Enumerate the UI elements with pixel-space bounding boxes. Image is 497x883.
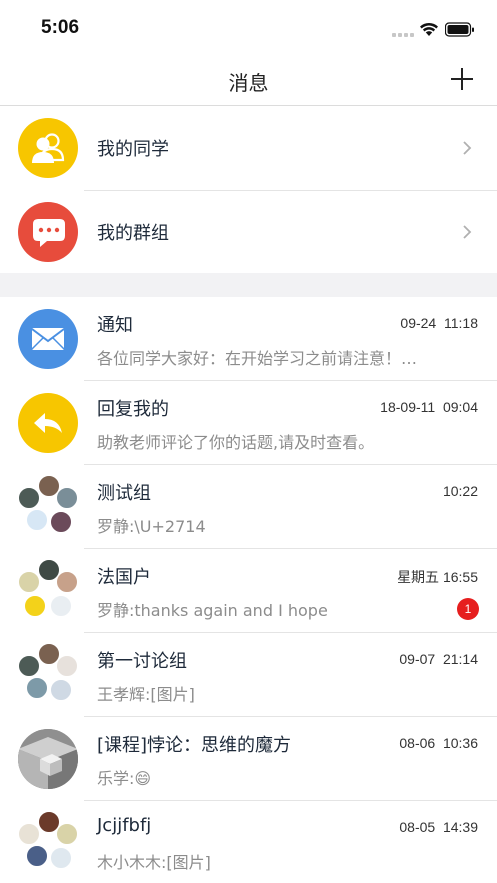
message-preview: 王孝辉:[图片]	[97, 685, 195, 704]
status-time: 5:06	[41, 17, 80, 38]
chat-bubbles-icon	[18, 202, 78, 262]
member-avatar	[56, 655, 78, 677]
message-preview: 罗静:thanks again and I hope	[97, 601, 328, 620]
member-avatar	[50, 679, 72, 701]
shortcut-section: 我的同学 我的群组	[0, 107, 497, 275]
message-row[interactable]: Jcjjfbfj 08-05 14:39 木小木木:[图片]	[0, 801, 497, 883]
message-title: 法国户	[97, 567, 151, 588]
chevron-right-icon	[463, 225, 472, 239]
page-title: 消息	[228, 71, 269, 95]
message-time: 09-07 21:14	[399, 651, 478, 667]
message-preview: 木小木木:[图片]	[97, 853, 211, 872]
message-preview: 罗静:\U+2714	[97, 517, 206, 536]
message-row[interactable]: 测试组 10:22 罗静:\U+2714	[0, 465, 497, 549]
message-preview: 助教老师评论了你的话题,请及时查看。	[97, 433, 375, 452]
member-avatar	[18, 571, 40, 593]
message-time: 星期五 16:55	[397, 569, 478, 585]
message-title: 回复我的	[97, 399, 169, 420]
message-title: Jcjjfbfj	[97, 815, 152, 836]
section-gap	[0, 273, 497, 297]
status-bar: 5:06	[0, 0, 497, 58]
envelope-icon	[18, 309, 78, 369]
message-title: 测试组	[97, 483, 151, 504]
member-avatar	[24, 595, 46, 617]
group-avatar	[18, 811, 80, 873]
chevron-right-icon	[463, 141, 472, 155]
reply-arrow-icon	[18, 393, 78, 453]
member-avatar	[56, 487, 78, 509]
message-title: [课程]悖论：思维的魔方	[97, 735, 292, 756]
add-icon[interactable]	[446, 64, 478, 96]
group-avatar	[18, 559, 80, 621]
member-avatar	[18, 823, 40, 845]
member-avatar	[26, 509, 48, 531]
unread-badge: 1	[457, 598, 479, 620]
member-avatar	[50, 847, 72, 869]
member-avatar	[50, 595, 72, 617]
message-time: 18-09-11 09:04	[380, 399, 478, 415]
course-cube-avatar	[18, 729, 78, 789]
member-avatar	[56, 571, 78, 593]
nav-bar: 消息	[0, 58, 497, 106]
message-preview: 乐学:😄	[97, 769, 152, 788]
member-avatar	[50, 511, 72, 533]
message-preview: 各位同学大家好：在开始学习之前请注意！…	[97, 349, 418, 368]
member-avatar	[26, 845, 48, 867]
message-time: 10:22	[442, 483, 478, 499]
group-avatar	[18, 643, 80, 705]
message-time: 08-05 14:39	[399, 819, 478, 835]
message-row[interactable]: 法国户 星期五 16:55 罗静:thanks again and I hope…	[0, 549, 497, 633]
message-title: 通知	[97, 315, 133, 336]
member-avatar	[18, 487, 40, 509]
group-avatar	[18, 475, 80, 537]
message-time: 08-06 10:36	[399, 735, 478, 751]
battery-icon	[445, 22, 474, 37]
classmates-icon	[18, 118, 78, 178]
member-avatar	[26, 677, 48, 699]
classmates-row[interactable]: 我的同学	[0, 107, 497, 191]
message-list: 通知 09-24 11:18 各位同学大家好：在开始学习之前请注意！… 回复我的…	[0, 297, 497, 883]
classmates-label: 我的同学	[97, 139, 169, 160]
cellular-signal-icon	[392, 31, 414, 37]
message-row[interactable]: 通知 09-24 11:18 各位同学大家好：在开始学习之前请注意！…	[0, 297, 497, 381]
groups-row[interactable]: 我的群组	[0, 191, 497, 275]
groups-label: 我的群组	[97, 223, 169, 244]
message-time: 09-24 11:18	[400, 315, 478, 331]
message-row[interactable]: 回复我的 18-09-11 09:04 助教老师评论了你的话题,请及时查看。	[0, 381, 497, 465]
wifi-icon	[420, 22, 438, 36]
message-row[interactable]: 第一讨论组 09-07 21:14 王孝辉:[图片]	[0, 633, 497, 717]
message-row[interactable]: [课程]悖论：思维的魔方 08-06 10:36 乐学:😄	[0, 717, 497, 801]
member-avatar	[18, 655, 40, 677]
message-title: 第一讨论组	[97, 651, 187, 672]
member-avatar	[56, 823, 78, 845]
